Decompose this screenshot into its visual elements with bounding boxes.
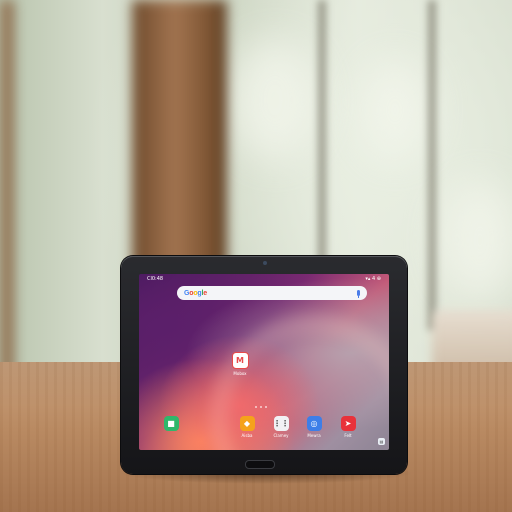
corner-icon[interactable]: ▤ — [378, 438, 385, 445]
app-m-icon: M — [231, 352, 249, 369]
video-icon: ■ — [163, 416, 179, 431]
dock-app-felt[interactable]: ➤ Felt — [335, 416, 361, 438]
dock-app-video[interactable]: ■ — [158, 416, 184, 433]
dock-app-mewra[interactable]: ◎ Mewra — [301, 416, 327, 438]
center-app[interactable]: M Mobox — [227, 352, 253, 376]
curtain — [0, 0, 14, 380]
status-indicators: ▾▴ 4 ⊕ — [365, 276, 381, 282]
front-camera — [263, 261, 267, 265]
app-label: Felt — [344, 433, 352, 438]
grid-icon: ⋮⋮ — [273, 416, 289, 431]
window-glow — [360, 60, 430, 160]
app-label: Clamey — [273, 433, 289, 438]
app-label: Aisba — [241, 433, 253, 438]
page-dot — [260, 406, 262, 408]
page-dot — [255, 406, 257, 408]
circle-icon: ◎ — [306, 416, 322, 431]
arrow-icon: ➤ — [340, 416, 356, 431]
app-icon: ◆ — [239, 416, 255, 431]
window-glow — [440, 180, 512, 300]
app-label: Mewra — [307, 433, 321, 438]
google-search-bar[interactable]: Google — [177, 286, 367, 300]
dock-app-aisba[interactable]: ◆ Aisba — [234, 416, 260, 438]
dock-app-clamey[interactable]: ⋮⋮ Clamey — [268, 416, 294, 438]
google-logo: Google — [184, 289, 207, 297]
home-button[interactable] — [245, 460, 275, 469]
window-glow — [230, 40, 320, 160]
tablet-device: Cl0:48 ▾▴ 4 ⊕ Google M Mobox ■ ◆ Aisba ⋮… — [121, 256, 407, 474]
tablet-screen[interactable]: Cl0:48 ▾▴ 4 ⊕ Google M Mobox ■ ◆ Aisba ⋮… — [139, 274, 389, 450]
page-dot — [265, 406, 267, 408]
status-icons: ▾▴ 4 ⊕ — [365, 276, 381, 282]
status-bar: Cl0:48 ▾▴ 4 ⊕ — [139, 274, 389, 284]
status-time: Cl0:48 — [147, 276, 164, 282]
logo-letter: e — [203, 290, 207, 297]
page-indicator — [255, 406, 267, 408]
app-label: Mobox — [233, 371, 247, 376]
window-frame — [428, 0, 436, 330]
mic-icon[interactable] — [357, 290, 360, 298]
